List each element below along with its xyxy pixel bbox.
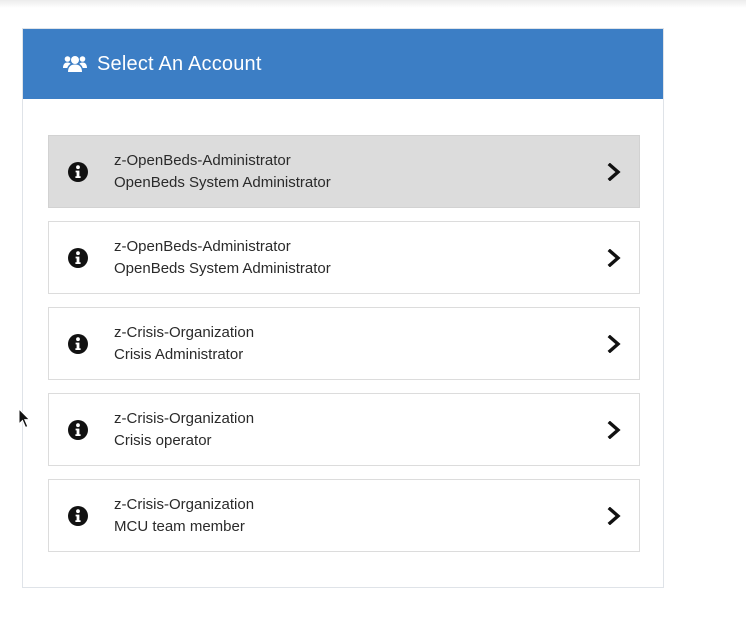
mouse-pointer-icon (18, 407, 32, 430)
account-item[interactable]: z-OpenBeds-Administrator OpenBeds System … (48, 135, 640, 208)
info-circle-icon (68, 419, 88, 440)
account-role: Crisis Administrator (114, 346, 244, 363)
info-circle-icon (68, 505, 88, 526)
users-icon (63, 54, 87, 74)
top-edge-shadow (0, 0, 746, 8)
account-item[interactable]: z-Crisis-Organization Crisis Administrato… (48, 307, 640, 380)
chevron-right-icon (607, 506, 621, 525)
account-item[interactable]: z-OpenBeds-Administrator OpenBeds System … (48, 221, 640, 294)
account-text: z-OpenBeds-Administrator OpenBeds System … (114, 150, 331, 194)
account-organization: z-Crisis-Organization (114, 496, 255, 513)
chevron-right-icon (607, 248, 621, 267)
chevron-right-icon (607, 162, 621, 181)
account-item[interactable]: z-Crisis-Organization MCU team member (48, 479, 640, 552)
account-organization: z-Crisis-Organization (114, 324, 255, 341)
account-organization: z-OpenBeds-Administrator (114, 152, 291, 169)
account-role: OpenBeds System Administrator (114, 174, 331, 191)
account-text: z-Crisis-Organization MCU team member (114, 494, 254, 538)
account-text: z-OpenBeds-Administrator OpenBeds System … (114, 236, 331, 280)
info-circle-icon (68, 333, 88, 354)
panel-title: Select An Account (97, 52, 262, 75)
chevron-right-icon (607, 334, 621, 353)
account-role: MCU team member (114, 518, 245, 535)
account-role: Crisis operator (114, 432, 212, 449)
chevron-right-icon (607, 420, 621, 439)
account-text: z-Crisis-Organization Crisis operator (114, 408, 254, 452)
select-account-panel: Select An Account z-OpenBeds-Administrat… (22, 28, 664, 588)
info-circle-icon (68, 247, 88, 268)
account-organization: z-Crisis-Organization (114, 410, 255, 427)
account-organization: z-OpenBeds-Administrator (114, 238, 291, 255)
account-text: z-Crisis-Organization Crisis Administrato… (114, 322, 254, 366)
account-role: OpenBeds System Administrator (114, 260, 331, 277)
info-circle-icon (68, 161, 88, 182)
account-item[interactable]: z-Crisis-Organization Crisis operator (48, 393, 640, 466)
panel-header: Select An Account (23, 29, 663, 99)
account-list: z-OpenBeds-Administrator OpenBeds System … (48, 135, 640, 565)
